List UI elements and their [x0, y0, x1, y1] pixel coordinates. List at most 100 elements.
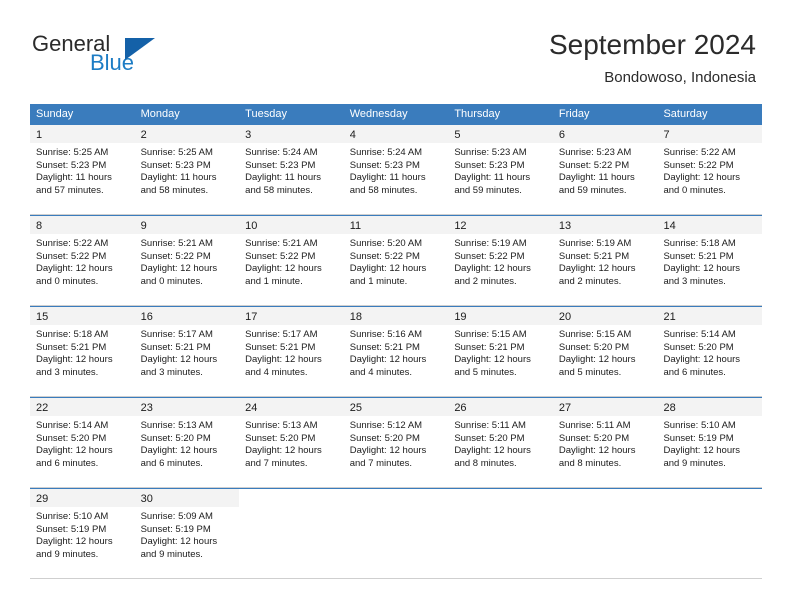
day-cell[interactable]: 4 Sunrise: 5:24 AM Sunset: 5:23 PM Daylight… — [343, 125, 449, 214]
day-details: Sunrise: 5:19 AM Sunset: 5:21 PM Daylight:… — [553, 234, 658, 288]
day-number: 5 — [454, 129, 461, 141]
sunset-text: Sunset: 5:21 PM — [349, 341, 420, 353]
day-number-bar — [553, 489, 658, 507]
daylight-text: Daylight: 12 hours and 5 minutes. — [454, 354, 531, 378]
day-cell[interactable]: 24 Sunrise: 5:13 AM Sunset: 5:20 PM Dayligh… — [239, 398, 344, 487]
day-cell[interactable]: 14 Sunrise: 5:18 AM Sunset: 5:21 PM Dayligh… — [657, 216, 763, 305]
day-cell[interactable]: 8 Sunrise: 5:22 AM Sunset: 5:22 PM Daylight… — [30, 216, 135, 305]
day-cell[interactable]: 29 Sunrise: 5:10 AM Sunset: 5:19 PM Dayligh… — [30, 489, 135, 578]
daylight-text: Daylight: 12 hours and 6 minutes. — [140, 445, 218, 469]
sunset-text: Sunset: 5:19 PM — [663, 432, 734, 444]
day-number-bar: 18 — [343, 307, 449, 325]
day-number-bar: 23 — [134, 398, 240, 416]
daylight-text: Daylight: 12 hours and 1 minute. — [245, 263, 322, 287]
day-number-bar: 6 — [552, 125, 658, 143]
daylight-text: Daylight: 12 hours and 4 minutes. — [245, 354, 322, 378]
daylight-text: Daylight: 12 hours and 9 minutes. — [36, 536, 113, 560]
daylight-text: Daylight: 11 hours and 59 minutes. — [454, 172, 531, 196]
day-cell[interactable]: 27 Sunrise: 5:11 AM Sunset: 5:20 PM Dayligh… — [552, 398, 658, 487]
day-cell[interactable]: 30 Sunrise: 5:09 AM Sunset: 5:19 PM Dayligh… — [134, 489, 240, 578]
day-cell[interactable]: 28 Sunrise: 5:10 AM Sunset: 5:19 PM Dayligh… — [657, 398, 763, 487]
day-cell-empty — [239, 489, 344, 578]
sunset-text: Sunset: 5:21 PM — [140, 341, 211, 353]
day-cell[interactable]: 18 Sunrise: 5:16 AM Sunset: 5:21 PM Dayligh… — [343, 307, 449, 396]
day-cell[interactable]: 1 Sunrise: 5:25 AM Sunset: 5:23 PM Daylight… — [30, 125, 135, 214]
day-number: 16 — [140, 311, 153, 323]
day-cell-empty — [657, 489, 762, 578]
sunrise-text: Sunrise: 5:15 AM — [558, 329, 632, 340]
daylight-text: Daylight: 12 hours and 3 minutes. — [36, 354, 113, 378]
day-cell[interactable]: 9 Sunrise: 5:21 AM Sunset: 5:22 PM Daylight… — [134, 216, 240, 305]
day-details: Sunrise: 5:24 AM Sunset: 5:23 PM Daylight:… — [239, 143, 344, 197]
daylight-text: Daylight: 12 hours and 3 minutes. — [140, 354, 218, 378]
day-cell[interactable]: 12 Sunrise: 5:19 AM Sunset: 5:22 PM Dayligh… — [448, 216, 553, 305]
day-cell[interactable]: 21 Sunrise: 5:14 AM Sunset: 5:20 PM Dayligh… — [657, 307, 763, 396]
day-details: Sunrise: 5:24 AM Sunset: 5:23 PM Daylight:… — [344, 143, 449, 197]
day-cell[interactable]: 23 Sunrise: 5:13 AM Sunset: 5:20 PM Dayligh… — [134, 398, 240, 487]
day-number: 9 — [140, 220, 147, 232]
day-number: 13 — [558, 220, 572, 232]
sunrise-text: Sunrise: 5:14 AM — [36, 420, 109, 431]
day-cell-empty — [344, 489, 449, 578]
day-cell[interactable]: 16 Sunrise: 5:17 AM Sunset: 5:21 PM Dayligh… — [134, 307, 240, 396]
day-number: 19 — [454, 311, 467, 323]
daylight-text: Daylight: 12 hours and 2 minutes. — [454, 263, 531, 287]
daylight-text: Daylight: 12 hours and 7 minutes. — [349, 445, 427, 469]
day-details: Sunrise: 5:17 AM Sunset: 5:21 PM Daylight:… — [135, 325, 240, 379]
daylight-text: Daylight: 12 hours and 8 minutes. — [558, 445, 636, 469]
day-details: Sunrise: 5:25 AM Sunset: 5:23 PM Daylight:… — [30, 143, 135, 197]
day-cell[interactable]: 25 Sunrise: 5:12 AM Sunset: 5:20 PM Dayligh… — [343, 398, 449, 487]
sunrise-text: Sunrise: 5:21 AM — [140, 238, 213, 249]
day-cell[interactable]: 13 Sunrise: 5:19 AM Sunset: 5:21 PM Dayligh… — [552, 216, 658, 305]
day-cell[interactable]: 6 Sunrise: 5:23 AM Sunset: 5:22 PM Daylight… — [552, 125, 658, 214]
sunset-text: Sunset: 5:23 PM — [36, 159, 107, 171]
day-number-bar: 24 — [239, 398, 344, 416]
day-cell[interactable]: 7 Sunrise: 5:22 AM Sunset: 5:22 PM Daylight… — [657, 125, 763, 214]
day-cell[interactable]: 20 Sunrise: 5:15 AM Sunset: 5:20 PM Dayligh… — [552, 307, 658, 396]
day-details: Sunrise: 5:21 AM Sunset: 5:22 PM Daylight:… — [239, 234, 344, 288]
daylight-text: Daylight: 12 hours and 7 minutes. — [245, 445, 322, 469]
day-cell[interactable]: 3 Sunrise: 5:24 AM Sunset: 5:23 PM Daylight… — [239, 125, 344, 214]
sunrise-text: Sunrise: 5:24 AM — [349, 147, 423, 158]
day-number: 20 — [558, 311, 572, 323]
day-number: 7 — [663, 129, 670, 141]
sunset-text: Sunset: 5:19 PM — [140, 523, 211, 535]
day-cell[interactable]: 5 Sunrise: 5:23 AM Sunset: 5:23 PM Daylight… — [448, 125, 553, 214]
day-cell[interactable]: 22 Sunrise: 5:14 AM Sunset: 5:20 PM Dayligh… — [30, 398, 135, 487]
day-cell[interactable]: 2 Sunrise: 5:25 AM Sunset: 5:23 PM Daylight… — [134, 125, 240, 214]
sunrise-text: Sunrise: 5:24 AM — [245, 147, 318, 158]
day-number-bar: 8 — [30, 216, 135, 234]
sunset-text: Sunset: 5:23 PM — [349, 159, 420, 171]
day-cell[interactable]: 15 Sunrise: 5:18 AM Sunset: 5:21 PM Dayligh… — [30, 307, 135, 396]
day-cell[interactable]: 26 Sunrise: 5:11 AM Sunset: 5:20 PM Dayligh… — [448, 398, 553, 487]
day-number-bar: 28 — [657, 398, 763, 416]
sunset-text: Sunset: 5:23 PM — [454, 159, 525, 171]
day-details: Sunrise: 5:16 AM Sunset: 5:21 PM Daylight:… — [344, 325, 449, 379]
sunrise-text: Sunrise: 5:18 AM — [36, 329, 109, 340]
sunrise-text: Sunrise: 5:17 AM — [245, 329, 318, 340]
daylight-text: Daylight: 12 hours and 9 minutes. — [140, 536, 218, 560]
day-details: Sunrise: 5:22 AM Sunset: 5:22 PM Daylight:… — [657, 143, 762, 197]
day-number-bar: 19 — [448, 307, 553, 325]
week-row: 15 Sunrise: 5:18 AM Sunset: 5:21 PM Dayligh… — [30, 306, 763, 397]
day-cell[interactable]: 19 Sunrise: 5:15 AM Sunset: 5:21 PM Dayligh… — [448, 307, 553, 396]
day-details: Sunrise: 5:25 AM Sunset: 5:23 PM Daylight:… — [135, 143, 240, 197]
daylight-text: Daylight: 11 hours and 58 minutes. — [349, 172, 426, 196]
day-number-bar: 11 — [343, 216, 449, 234]
daylight-text: Daylight: 11 hours and 57 minutes. — [36, 172, 112, 196]
day-number-bar: 13 — [552, 216, 658, 234]
day-number: 3 — [245, 129, 252, 141]
daylight-text: Daylight: 11 hours and 58 minutes. — [140, 172, 217, 196]
day-number-bar: 14 — [657, 216, 763, 234]
weekday-monday: Monday — [140, 108, 180, 120]
day-number-bar: 7 — [657, 125, 763, 143]
day-cell[interactable]: 17 Sunrise: 5:17 AM Sunset: 5:21 PM Dayligh… — [239, 307, 344, 396]
sunrise-text: Sunrise: 5:11 AM — [558, 420, 631, 431]
daylight-text: Daylight: 12 hours and 5 minutes. — [558, 354, 636, 378]
day-details: Sunrise: 5:19 AM Sunset: 5:22 PM Daylight:… — [448, 234, 553, 288]
brand-logo[interactable]: General Blue — [32, 33, 252, 83]
title-block: September 2024 Bondowoso, Indonesia — [549, 28, 756, 88]
day-cell[interactable]: 10 Sunrise: 5:21 AM Sunset: 5:22 PM Dayligh… — [239, 216, 344, 305]
day-number: 27 — [558, 402, 572, 414]
day-cell[interactable]: 11 Sunrise: 5:20 AM Sunset: 5:22 PM Dayligh… — [343, 216, 449, 305]
